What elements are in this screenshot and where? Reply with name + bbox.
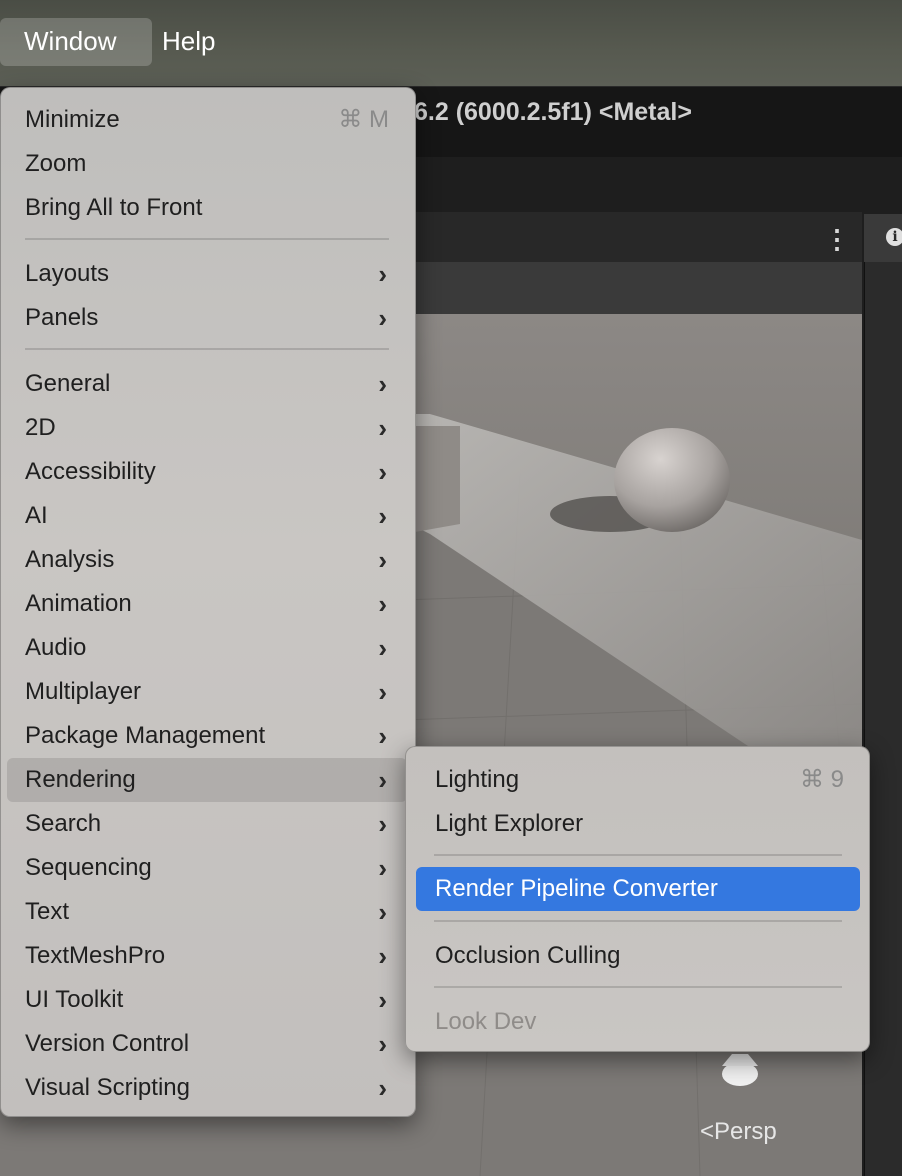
menu-item-general[interactable]: General ›: [7, 362, 407, 406]
menubar-window[interactable]: Window: [0, 18, 152, 66]
menu-item-label: Visual Scripting: [25, 1074, 190, 1101]
menu-item-label: UI Toolkit: [25, 986, 124, 1013]
rendering-submenu: Lighting ⌘ 9 Light Explorer Render Pipel…: [405, 746, 870, 1052]
menu-item-text[interactable]: Text ›: [7, 890, 407, 934]
submenu-item-label: Lighting: [435, 766, 520, 793]
menu-item-ai[interactable]: AI ›: [7, 494, 407, 538]
chevron-right-icon: ›: [378, 545, 387, 575]
kebab-vertical-icon[interactable]: ⋮: [824, 224, 850, 254]
info-icon[interactable]: i: [886, 228, 902, 246]
menu-separator: [434, 986, 842, 988]
sphere: [614, 428, 730, 532]
menu-item-analysis[interactable]: Analysis ›: [7, 538, 407, 582]
window-menu: Minimize ⌘ M Zoom Bring All to Front Lay…: [0, 87, 416, 1117]
menu-item-label: Audio: [25, 634, 87, 661]
menu-item-zoom[interactable]: Zoom: [7, 142, 407, 186]
chevron-right-icon: ›: [378, 303, 387, 333]
menu-item-label: Text: [25, 898, 70, 925]
menu-item-label: Package Management: [25, 722, 266, 749]
menu-item-label: Version Control: [25, 1030, 190, 1057]
menu-item-accessibility[interactable]: Accessibility ›: [7, 450, 407, 494]
menu-item-label: Rendering: [25, 766, 136, 793]
chevron-right-icon: ›: [378, 1029, 387, 1059]
menu-item-label: Panels: [25, 304, 99, 331]
chevron-right-icon: ›: [378, 259, 387, 289]
chevron-right-icon: ›: [378, 941, 387, 971]
chevron-right-icon: ›: [378, 985, 387, 1015]
menu-item-label: AI: [25, 502, 48, 529]
menu-item-label: Multiplayer: [25, 678, 142, 705]
editor-title: 6.2 (6000.2.5f1) <Metal>: [414, 98, 692, 126]
chevron-right-icon: ›: [378, 1073, 387, 1103]
chevron-right-icon: ›: [378, 369, 387, 399]
submenu-item-look-dev: Look Dev: [416, 1000, 860, 1044]
menu-item-layouts[interactable]: Layouts ›: [7, 252, 407, 296]
submenu-item-render-pipeline-converter[interactable]: Render Pipeline Converter: [416, 867, 860, 911]
menu-item-bring-all-to-front[interactable]: Bring All to Front: [7, 186, 407, 230]
menu-item-label: Sequencing: [25, 854, 152, 881]
chevron-right-icon: ›: [378, 677, 387, 707]
menubar-help[interactable]: Help: [138, 18, 239, 66]
submenu-item-label: Look Dev: [435, 1008, 537, 1035]
menu-item-sequencing[interactable]: Sequencing ›: [7, 846, 407, 890]
chevron-right-icon: ›: [378, 589, 387, 619]
chevron-right-icon: ›: [378, 501, 387, 531]
cube-side: [415, 426, 460, 532]
submenu-item-label: Render Pipeline Converter: [435, 875, 718, 902]
menu-item-label: Layouts: [25, 260, 110, 287]
menu-item-search[interactable]: Search ›: [7, 802, 407, 846]
chevron-right-icon: ›: [378, 853, 387, 883]
menu-item-multiplayer[interactable]: Multiplayer ›: [7, 670, 407, 714]
shortcut-label: ⌘ 9: [799, 766, 844, 793]
submenu-item-light-explorer[interactable]: Light Explorer: [416, 802, 860, 846]
menu-bar: Window Help: [0, 0, 902, 86]
chevron-right-icon: ›: [378, 457, 387, 487]
menu-separator: [434, 854, 842, 856]
menu-separator: [25, 238, 389, 240]
menu-item-ui-toolkit[interactable]: UI Toolkit ›: [7, 978, 407, 1022]
menu-item-minimize[interactable]: Minimize ⌘ M: [7, 98, 407, 142]
menu-item-label: TextMeshPro: [25, 942, 166, 969]
menu-item-label: General: [25, 370, 111, 397]
submenu-item-occlusion-culling[interactable]: Occlusion Culling: [416, 934, 860, 978]
menu-item-visual-scripting[interactable]: Visual Scripting ›: [7, 1066, 407, 1110]
menu-separator: [25, 348, 389, 350]
submenu-item-label: Occlusion Culling: [435, 942, 621, 969]
menu-item-label: Analysis: [25, 546, 115, 573]
menu-item-label: Accessibility: [25, 458, 156, 485]
menu-item-label: Zoom: [25, 150, 87, 177]
chevron-right-icon: ›: [378, 721, 387, 751]
menu-item-label: Animation: [25, 590, 132, 617]
menu-item-textmeshpro[interactable]: TextMeshPro ›: [7, 934, 407, 978]
chevron-right-icon: ›: [378, 897, 387, 927]
chevron-right-icon: ›: [378, 633, 387, 663]
menu-item-animation[interactable]: Animation ›: [7, 582, 407, 626]
submenu-item-label: Light Explorer: [435, 810, 584, 837]
menu-item-2d[interactable]: 2D ›: [7, 406, 407, 450]
menu-item-label: Search: [25, 810, 102, 837]
menu-item-label: 2D: [25, 414, 56, 441]
menu-item-version-control[interactable]: Version Control ›: [7, 1022, 407, 1066]
menu-item-label: Bring All to Front: [25, 194, 203, 221]
menu-item-rendering[interactable]: Rendering ›: [7, 758, 407, 802]
persp-text: Persp: [714, 1118, 777, 1145]
persp-chevron-icon: <: [700, 1118, 715, 1145]
menu-item-audio[interactable]: Audio ›: [7, 626, 407, 670]
menu-item-panels[interactable]: Panels ›: [7, 296, 407, 340]
submenu-item-lighting[interactable]: Lighting ⌘ 9: [416, 758, 860, 802]
menu-separator: [434, 920, 842, 922]
chevron-right-icon: ›: [378, 765, 387, 795]
chevron-right-icon: ›: [378, 413, 387, 443]
menu-item-package-management[interactable]: Package Management ›: [7, 714, 407, 758]
shortcut-label: ⌘ M: [338, 106, 389, 133]
persp-label[interactable]: <Persp: [700, 1118, 777, 1146]
chevron-right-icon: ›: [378, 809, 387, 839]
menu-item-label: Minimize: [25, 106, 120, 133]
